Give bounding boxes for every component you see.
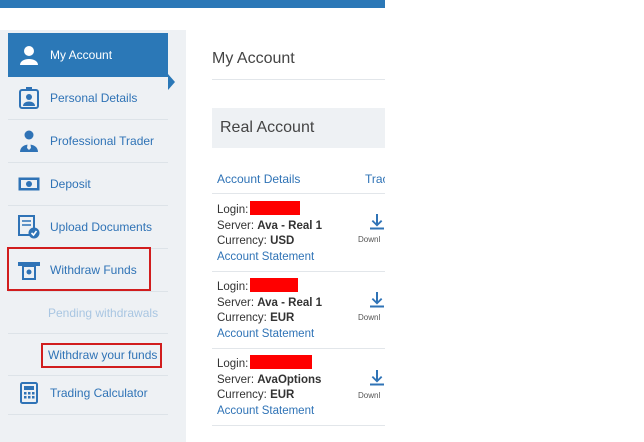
account-statement-link[interactable]: Account Statement [217,251,314,263]
login-redaction [250,278,299,292]
top-bar [0,0,385,8]
divider [212,348,385,349]
server-label: Server: [217,373,255,386]
sidebar-item-personal-details[interactable]: Personal Details [8,77,168,120]
divider [212,193,385,194]
currency-label: Currency: [217,312,267,324]
account-statement-link[interactable]: Account Statement [217,328,314,340]
highlight-withdraw-your-funds [41,343,162,368]
server-value: Ava - Real 1 [257,296,323,309]
server-value: Ava - Real 1 [257,219,323,232]
page-title: My Account [212,50,295,67]
trader-icon [18,129,40,153]
download-button[interactable]: Downl [358,214,385,244]
currency-value: EUR [270,389,295,401]
server-label: Server: [217,296,255,309]
sidebar-item-upload-documents[interactable]: Upload Documents [8,206,168,249]
currency-value: EUR [270,312,295,324]
user-icon [18,43,40,67]
currency-label: Currency: [217,235,267,247]
sidebar-subitem-pending-withdrawals[interactable]: Pending withdrawals [8,292,168,334]
login-label: Login: [217,281,249,293]
currency-value: USD [270,235,295,247]
main-content: My Account Real Account Account Details … [190,30,385,442]
login-redaction [250,201,301,215]
sidebar-item-professional-trader[interactable]: Professional Trader [8,120,168,163]
login-label: Login: [217,358,249,370]
highlight-withdraw-funds [7,247,151,291]
column-header-account-details: Account Details [217,172,301,186]
account-row: Login: Server: Ava - Real 1 Currency: US… [217,201,322,265]
download-icon [369,292,384,308]
download-icon [369,214,384,230]
download-label: Downl [358,313,381,322]
sidebar-item-label: Personal Details [50,91,138,105]
download-button[interactable]: Downl [358,292,385,322]
download-button[interactable]: Downl [358,370,385,400]
banknote-icon [18,172,40,196]
currency-label: Currency: [217,389,267,401]
column-header-trading: Trac [365,172,385,186]
account-row: Login: Server: Ava - Real 1 Currency: EU… [217,278,322,342]
sidebar-item-my-account[interactable]: My Account [8,33,168,77]
active-pointer [168,74,175,90]
section-title: Real Account [220,119,315,136]
sidebar-item-label: Upload Documents [50,220,153,234]
account-row: Login: Server: AvaOptions Currency: EUR … [217,355,321,419]
divider [212,271,385,272]
sidebar-item-label: Professional Trader [50,134,155,148]
section-header: Real Account [212,108,385,148]
header-spacer [0,8,385,30]
divider [212,425,385,426]
account-statement-link[interactable]: Account Statement [217,405,314,417]
download-label: Downl [358,391,381,400]
sidebar-item-deposit[interactable]: Deposit [8,163,168,206]
server-value: AvaOptions [257,373,322,386]
server-label: Server: [217,219,255,232]
divider [212,79,385,80]
login-redaction [250,355,313,369]
calculator-icon [18,381,40,405]
sidebar-item-label: Deposit [50,177,91,191]
upload-document-icon [18,215,40,239]
download-icon [369,370,384,386]
sidebar-item-label: My Account [50,48,113,62]
sidebar-subitem-label: Pending withdrawals [48,305,159,320]
id-card-icon [18,86,40,110]
sidebar: My Account Personal Details Professional… [0,30,186,442]
sidebar-item-trading-calculator[interactable]: Trading Calculator [8,372,168,415]
sidebar-item-label: Trading Calculator [50,386,148,400]
login-label: Login: [217,204,249,216]
download-label: Downl [358,235,381,244]
